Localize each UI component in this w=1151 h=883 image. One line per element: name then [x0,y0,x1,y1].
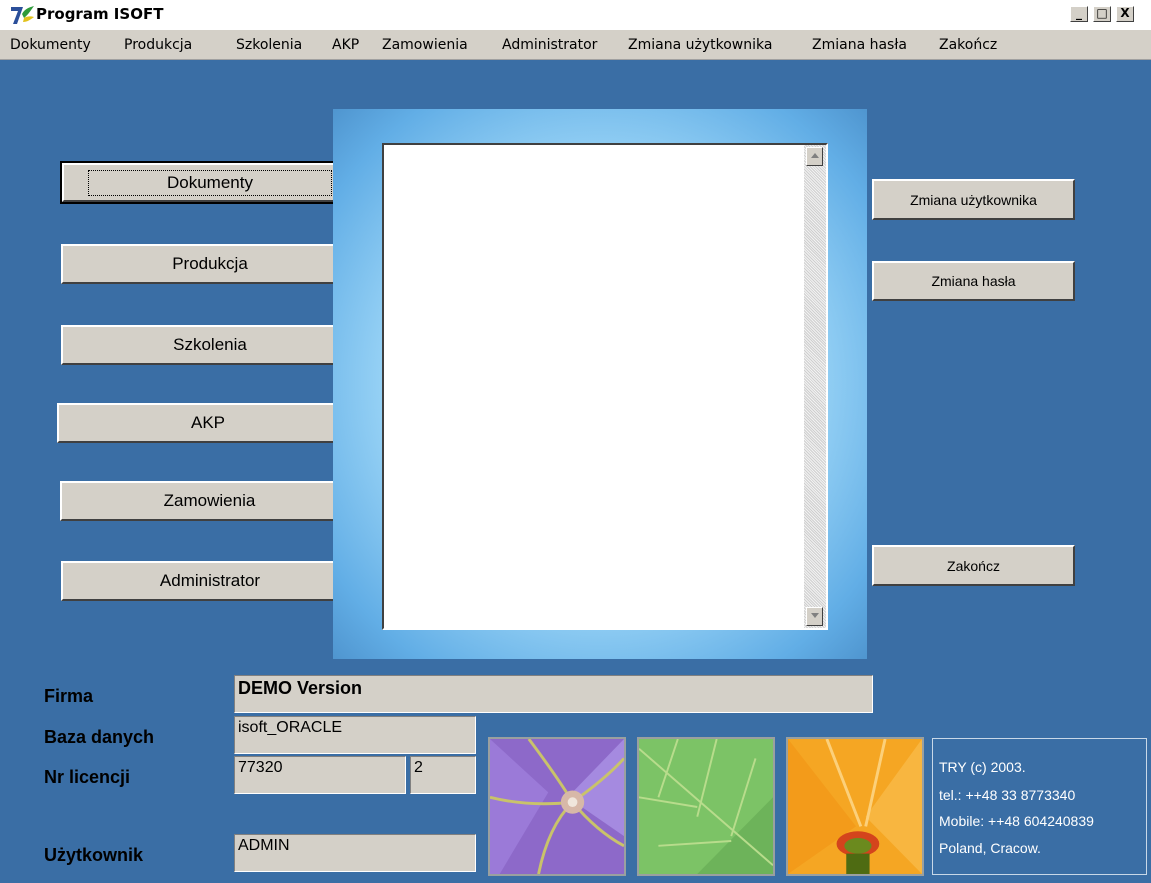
maximize-button[interactable]: □ [1093,6,1111,22]
scroll-down-icon[interactable] [806,607,823,626]
menu-item-zamowienia[interactable]: Zamowienia [382,37,468,53]
zamowienia-button[interactable]: Zamowienia [60,481,359,521]
menu-item-zmiana-uzytkownika[interactable]: Zmiana użytkownika [628,37,772,53]
firma-label: Firma [44,686,94,706]
orange-flower-tile [786,737,924,876]
produkcja-button[interactable]: Produkcja [61,244,359,284]
zakoncz-button[interactable]: Zakończ [872,545,1075,586]
uzytkownik-label: Użytkownik [44,845,144,865]
info-line-location: Poland, Cracow. [939,840,1041,856]
akp-button[interactable]: AKP [57,403,359,443]
info-line-copyright: TRY (c) 2003. [939,759,1026,775]
uzytkownik-field: ADMIN [234,834,476,872]
minimize-button[interactable]: _ [1070,6,1088,22]
window-title: Program ISOFT [36,5,164,23]
list-box[interactable] [382,143,828,630]
nr-licencji-label: Nr licencji [44,767,131,787]
zmiana-uzytkownika-button[interactable]: Zmiana użytkownika [872,179,1075,220]
close-button[interactable]: X [1116,6,1134,22]
menu-item-szkolenia[interactable]: Szkolenia [236,37,302,53]
scroll-up-icon[interactable] [806,147,823,166]
title-bar: Program ISOFT _ □ X [0,0,1151,30]
dokumenty-button-label: Dokumenty [88,169,332,196]
menu-bar: Dokumenty Produkcja Szkolenia AKP Zamowi… [0,30,1151,60]
menu-item-zakoncz[interactable]: Zakończ [939,37,997,53]
nr-licencji-field: 77320 [234,756,406,794]
app-logo-icon [11,6,34,24]
baza-danych-field: isoft_ORACLE [234,716,476,754]
licencja-count-field: 2 [410,756,476,794]
menu-item-zmiana-hasla[interactable]: Zmiana hasła [812,37,907,53]
green-leaf-tile [637,737,775,876]
administrator-button[interactable]: Administrator [61,561,359,601]
zmiana-hasla-button[interactable]: Zmiana hasła [872,261,1075,301]
firma-field: DEMO Version [234,675,873,713]
contact-info-box: TRY (c) 2003. tel.: ++48 33 8773340 Mobi… [932,738,1147,875]
info-line-mobile: Mobile: ++48 604240839 [939,813,1094,829]
baza-danych-label: Baza danych [44,727,155,747]
menu-item-produkcja[interactable]: Produkcja [124,37,192,53]
menu-item-dokumenty[interactable]: Dokumenty [10,37,91,53]
dokumenty-button[interactable]: Dokumenty [60,161,360,204]
szkolenia-button[interactable]: Szkolenia [61,325,359,365]
menu-item-akp[interactable]: AKP [332,37,359,53]
menu-item-administrator[interactable]: Administrator [502,37,597,53]
purple-flower-tile [488,737,626,876]
vertical-scrollbar[interactable] [804,145,826,628]
info-line-phone: tel.: ++48 33 8773340 [939,787,1076,803]
